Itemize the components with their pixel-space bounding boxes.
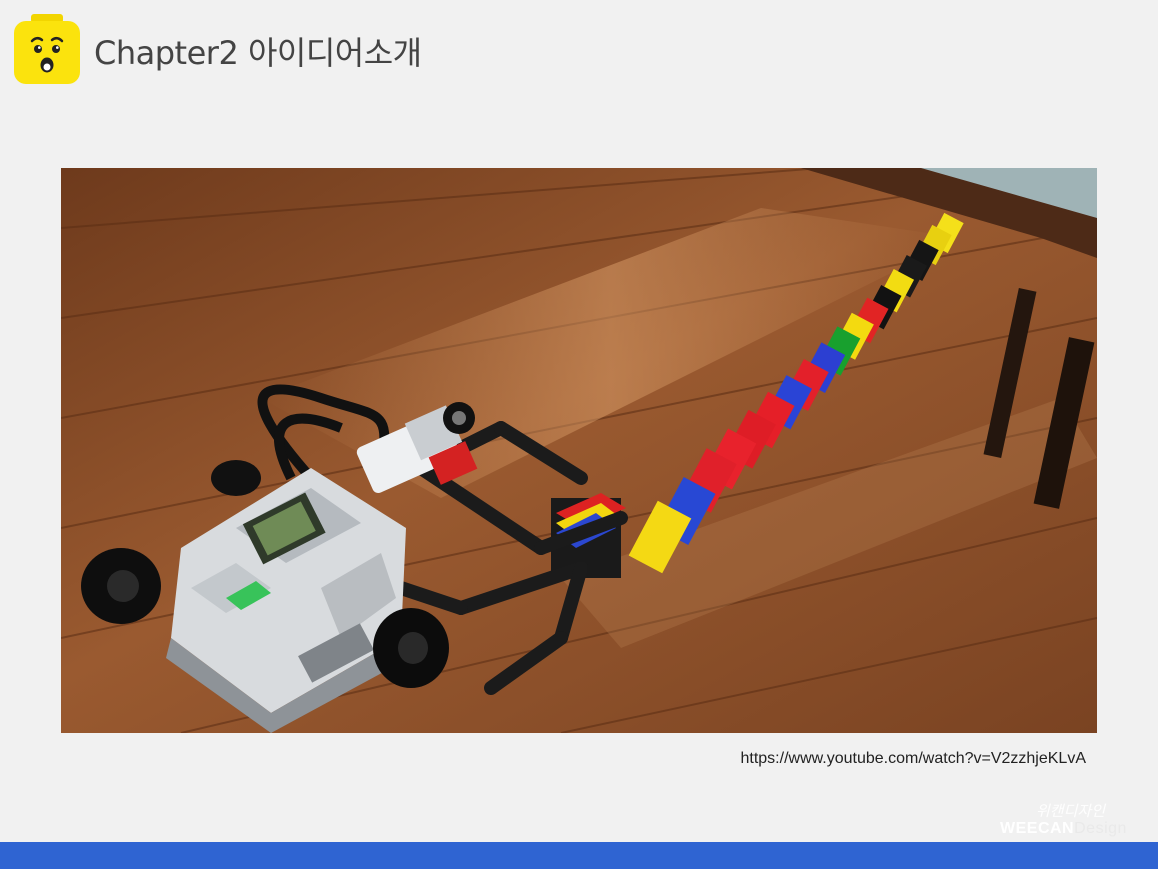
lego-head-logo-icon [14,14,80,84]
footer-bar [0,842,1158,869]
weecan-design-watermark: 위캔디자인 WEECANDesign [1000,800,1150,840]
watermark-brand-bold: WEECAN [1000,820,1075,837]
watermark-script: 위캔디자인 [1036,802,1106,820]
watermark-brand-light: Design [1074,820,1127,837]
page-title: Chapter2 아이디어소개 [94,34,422,72]
slide-header: Chapter2 아이디어소개 [14,14,422,84]
watermark-brand: WEECANDesign [1000,820,1127,838]
video-source-link[interactable]: https://www.youtube.com/watch?v=V2zzhjeK… [740,750,1086,768]
robot-domino-photo [61,168,1097,733]
